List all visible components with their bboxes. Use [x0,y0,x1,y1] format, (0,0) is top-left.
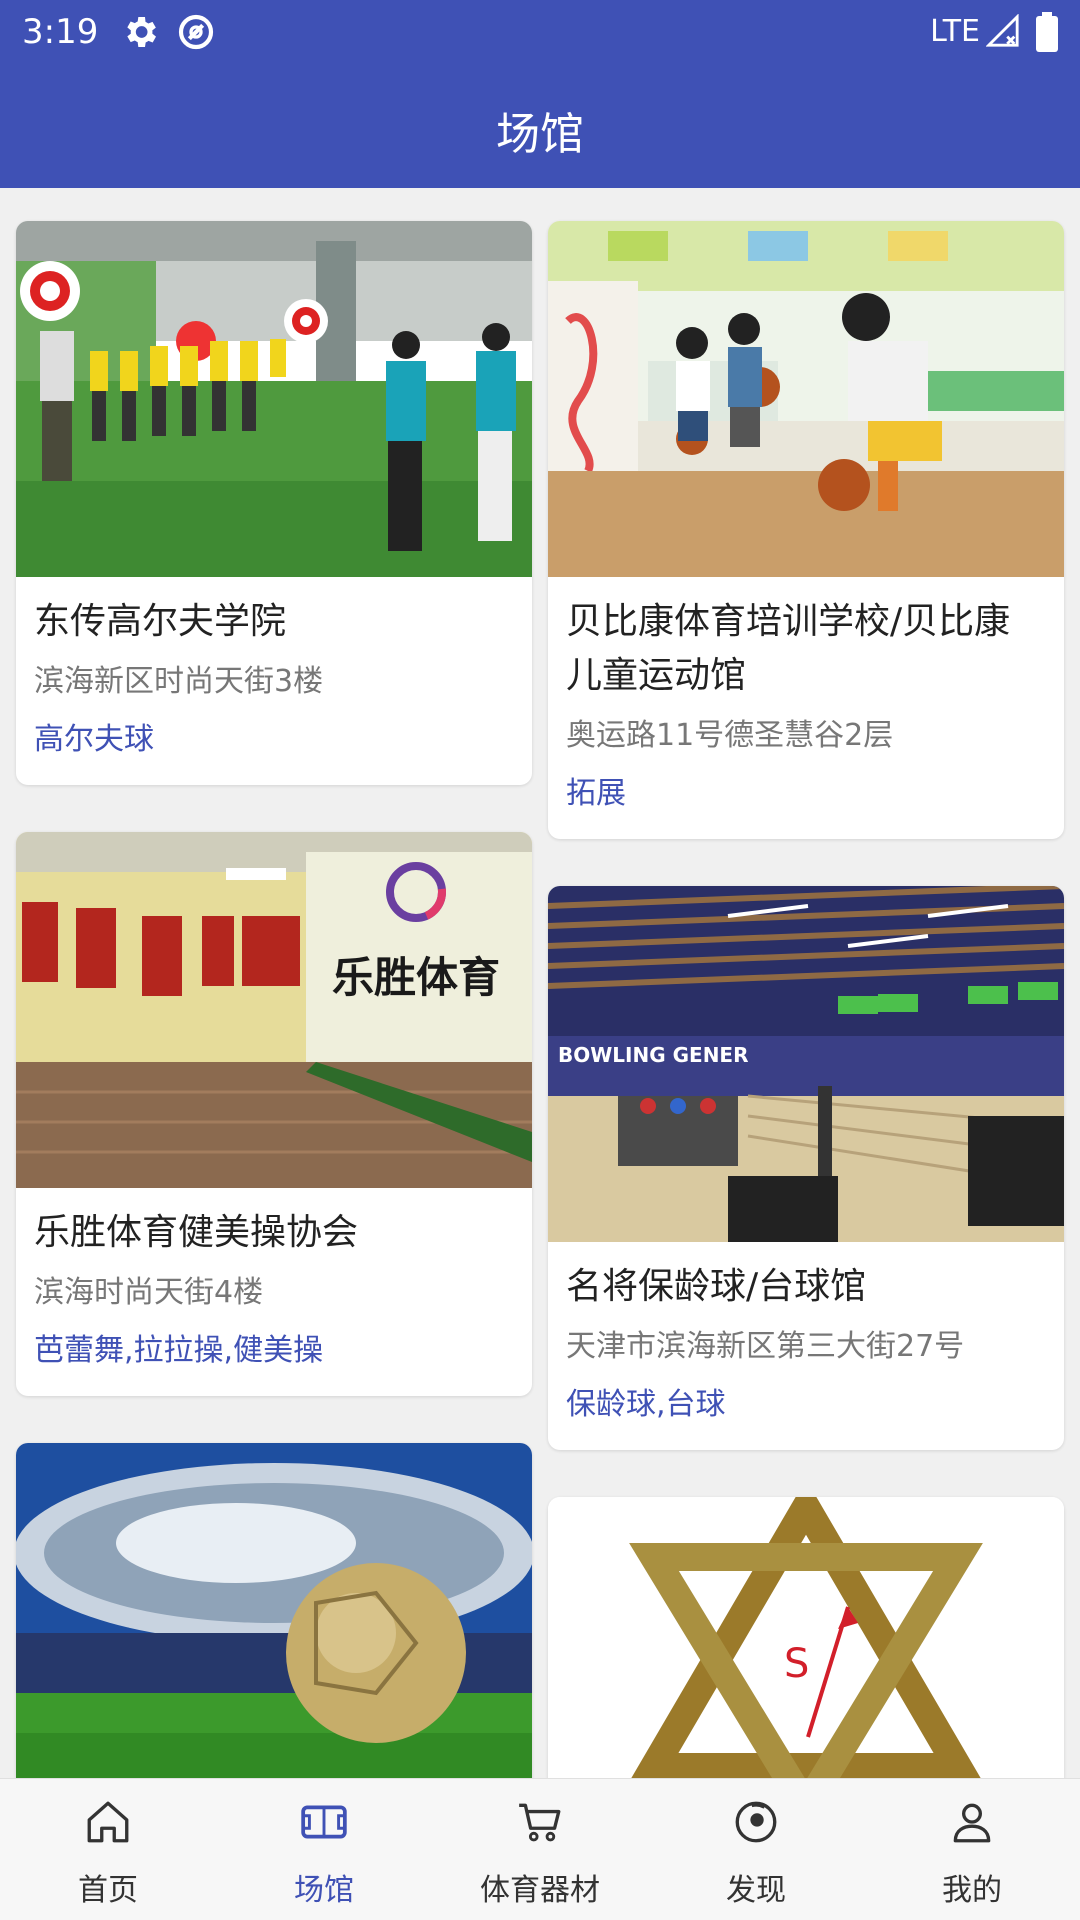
nav-label: 我的 [942,1873,1002,1908]
venue-image-signage: 乐胜体育 [332,953,500,1002]
page-title: 场馆 [496,109,584,160]
cart-icon [515,1797,565,1847]
venue-image [548,221,1064,577]
venue-card[interactable]: 东传高尔夫学院 滨海新区时尚天街3楼 高尔夫球 [16,221,532,785]
venue-address: 天津市滨海新区第三大街27号 [566,1329,965,1364]
discover-icon [731,1797,781,1847]
nav-item-equipment[interactable]: 体育器材 [432,1779,648,1920]
venue-grid[interactable]: 东传高尔夫学院 滨海新区时尚天街3楼 高尔夫球 贝比康体育培训学校/贝比康儿童运… [0,188,1080,1778]
venue-image: S [548,1497,1064,1778]
nav-item-discover[interactable]: 发现 [648,1779,864,1920]
network-type: LTE [930,14,980,49]
venue-image: BOWLING GENER [548,886,1064,1242]
venue-card[interactable] [16,1443,532,1778]
venue-tags[interactable]: 保龄球,台球 [566,1384,1046,1426]
venue-name: 东传高尔夫学院 [34,601,287,642]
profile-icon [947,1797,997,1847]
nav-label: 场馆 [294,1873,354,1908]
status-bar: 3:19 LTE [0,0,1080,64]
nav-label: 体育器材 [480,1873,600,1908]
venue-card[interactable]: S [548,1497,1064,1778]
settings-icon [120,12,160,56]
venue-image: 乐胜体育 [16,832,532,1188]
venue-name: 乐胜体育健美操协会 [34,1212,359,1253]
venue-image-signage: BOWLING GENER [558,1043,749,1067]
venue-card[interactable]: BOWLING GENER 名将保龄球/台球馆 天津市滨海新区第三大街27号 保… [548,886,1064,1450]
venue-tags[interactable]: 芭蕾舞,拉拉操,健美操 [34,1330,514,1372]
venue-tags[interactable]: 高尔夫球 [34,719,514,761]
venue-address: 滨海新区时尚天街3楼 [34,664,324,699]
venue-card[interactable]: 乐胜体育 乐胜体育健美操协会 滨海时尚天街4楼 芭蕾舞,拉拉操,健美操 [16,832,532,1396]
venue-image [16,221,532,577]
home-icon [83,1797,133,1847]
nav-item-venue[interactable]: 场馆 [216,1779,432,1920]
venue-name: 贝比康体育培训学校/贝比康儿童运动馆 [566,601,1011,696]
venue-icon [299,1797,349,1847]
venue-card[interactable]: 贝比康体育培训学校/贝比康儿童运动馆 奥运路11号德圣慧谷2层 拓展 [548,221,1064,839]
venue-address: 滨海时尚天街4楼 [34,1275,264,1310]
battery-icon [1036,12,1058,56]
signal-icon [985,13,1020,52]
venue-tags[interactable]: 拓展 [566,773,1046,815]
sync-icon [176,12,216,56]
status-time: 3:19 [22,12,99,52]
svg-text:S: S [784,1641,809,1687]
nav-item-home[interactable]: 首页 [0,1779,216,1920]
bottom-navigation: 首页 场馆 体育器材 发现 我的 [0,1778,1080,1920]
nav-label: 发现 [726,1873,786,1908]
venue-address: 奥运路11号德圣慧谷2层 [566,718,894,753]
app-bar: 场馆 [0,64,1080,188]
nav-item-profile[interactable]: 我的 [864,1779,1080,1920]
venue-image [16,1443,532,1778]
nav-label: 首页 [78,1873,138,1908]
venue-name: 名将保龄球/台球馆 [566,1266,867,1307]
